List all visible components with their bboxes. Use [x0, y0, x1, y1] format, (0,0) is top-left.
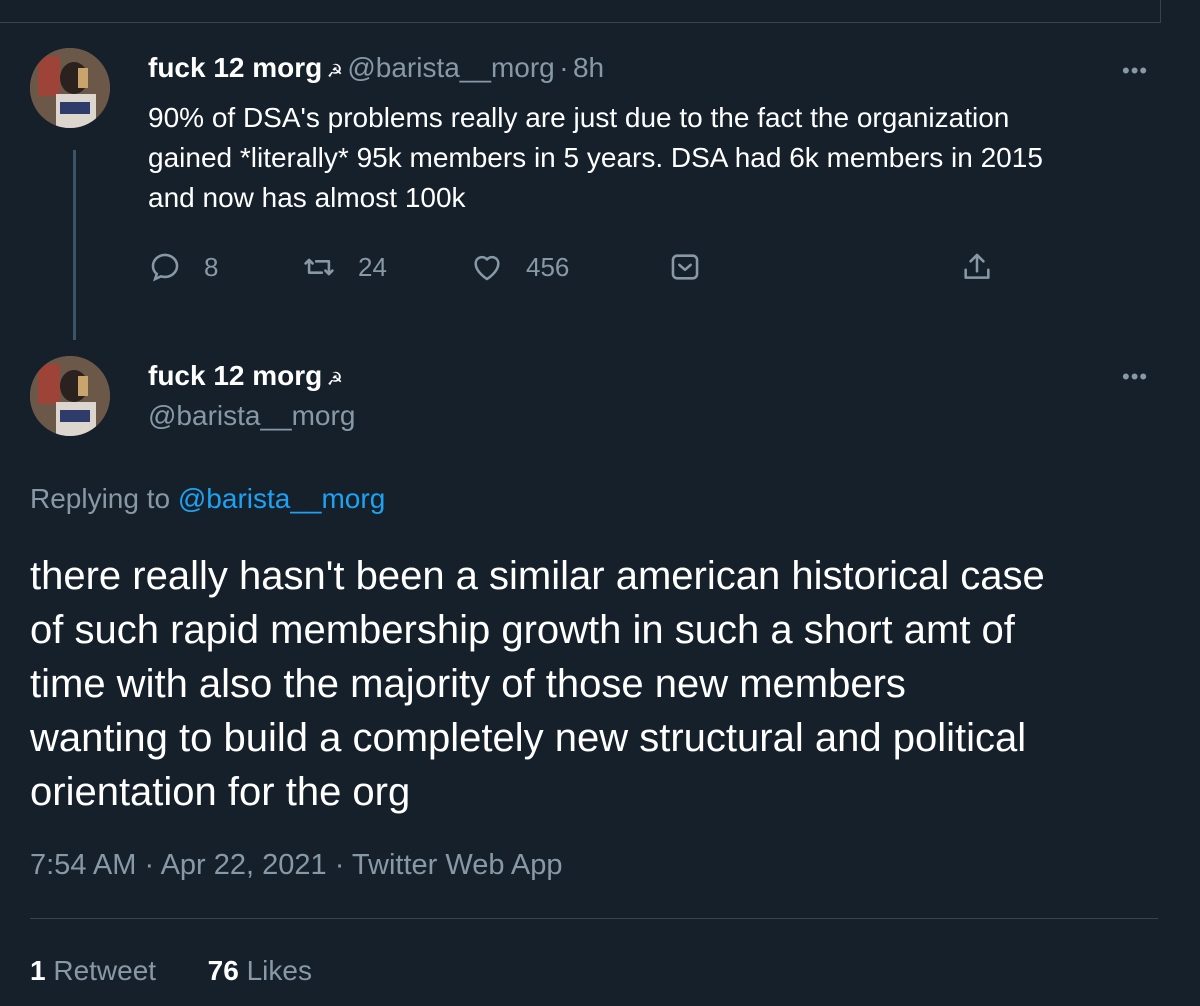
tweet-text-line: there really hasn't been a similar ameri… — [30, 554, 1045, 598]
avatar[interactable] — [30, 356, 110, 436]
share-icon — [964, 253, 990, 279]
tweet-text-line: 90% of DSA's problems really are just du… — [148, 102, 1010, 133]
display-name[interactable]: fuck 12 morg — [148, 52, 322, 83]
replying-to-handle-link[interactable]: @barista__morg — [178, 483, 385, 514]
tip-button[interactable] — [668, 250, 724, 284]
parent-tweet-text: 90% of DSA's problems really are just du… — [148, 98, 1148, 218]
heart-icon — [474, 255, 500, 281]
retweet-label: Retweet — [53, 955, 157, 986]
retweet-button[interactable]: 24 — [302, 250, 387, 284]
tweet-text-line: of such rapid membership growth in such … — [30, 608, 1015, 652]
reply-count: 8 — [204, 251, 219, 282]
display-name[interactable]: fuck 12 morg — [148, 360, 322, 391]
more-options-icon[interactable]: ••• — [1122, 58, 1148, 84]
tweet-stats: 1 Retweet 76 Likes — [30, 955, 312, 987]
stats-divider — [30, 918, 1158, 919]
main-tweet-header: fuck 12 morg ☭ — [148, 360, 343, 392]
tip-jar-icon — [671, 254, 699, 280]
avatar[interactable] — [30, 48, 110, 128]
replying-to: Replying to @barista__morg — [30, 483, 385, 515]
tweet-actions: 8 24 456 — [148, 250, 1008, 294]
retweets-stat[interactable]: 1 Retweet — [30, 955, 156, 986]
hammer-sickle-icon: ☭ — [326, 61, 343, 81]
tweet-text-line: orientation for the org — [30, 770, 411, 814]
parent-tweet-header: fuck 12 morg ☭ @barista__morg · 8h — [148, 52, 604, 84]
reply-icon — [151, 253, 179, 282]
handle[interactable]: @barista__morg — [347, 52, 554, 83]
avatar-image — [30, 356, 110, 436]
retweet-count: 24 — [358, 251, 387, 282]
replying-to-label: Replying to — [30, 483, 171, 514]
timestamp[interactable]: 8h — [573, 52, 604, 83]
tweet-text-line: and now has almost 100k — [148, 182, 466, 213]
thread-connector — [73, 150, 76, 340]
more-options-icon[interactable]: ••• — [1122, 364, 1148, 390]
retweet-icon — [304, 258, 334, 276]
separator: · — [559, 52, 569, 83]
tweet-timestamp-source[interactable]: 7:54 AM · Apr 22, 2021 · Twitter Web App — [30, 849, 563, 882]
tweet-text-line: wanting to build a completely new struct… — [30, 716, 1027, 760]
main-tweet-text: there really hasn't been a similar ameri… — [30, 549, 1170, 819]
likes-stat[interactable]: 76 Likes — [208, 955, 312, 986]
share-button[interactable] — [960, 250, 1016, 284]
reply-button[interactable]: 8 — [148, 250, 218, 284]
handle[interactable]: @barista__morg — [148, 400, 355, 432]
like-total: 76 — [207, 955, 239, 986]
like-button[interactable]: 456 — [470, 250, 569, 284]
like-count: 456 — [526, 251, 570, 282]
avatar-image — [30, 48, 110, 128]
tweet-text-line: gained *literally* 95k members in 5 year… — [148, 142, 1043, 173]
hammer-sickle-icon: ☭ — [326, 369, 343, 389]
previous-tweet-divider — [0, 0, 1161, 23]
retweet-total: 1 — [30, 955, 46, 986]
like-label: Likes — [246, 955, 312, 986]
tweet-text-line: time with also the majority of those new… — [30, 662, 906, 706]
